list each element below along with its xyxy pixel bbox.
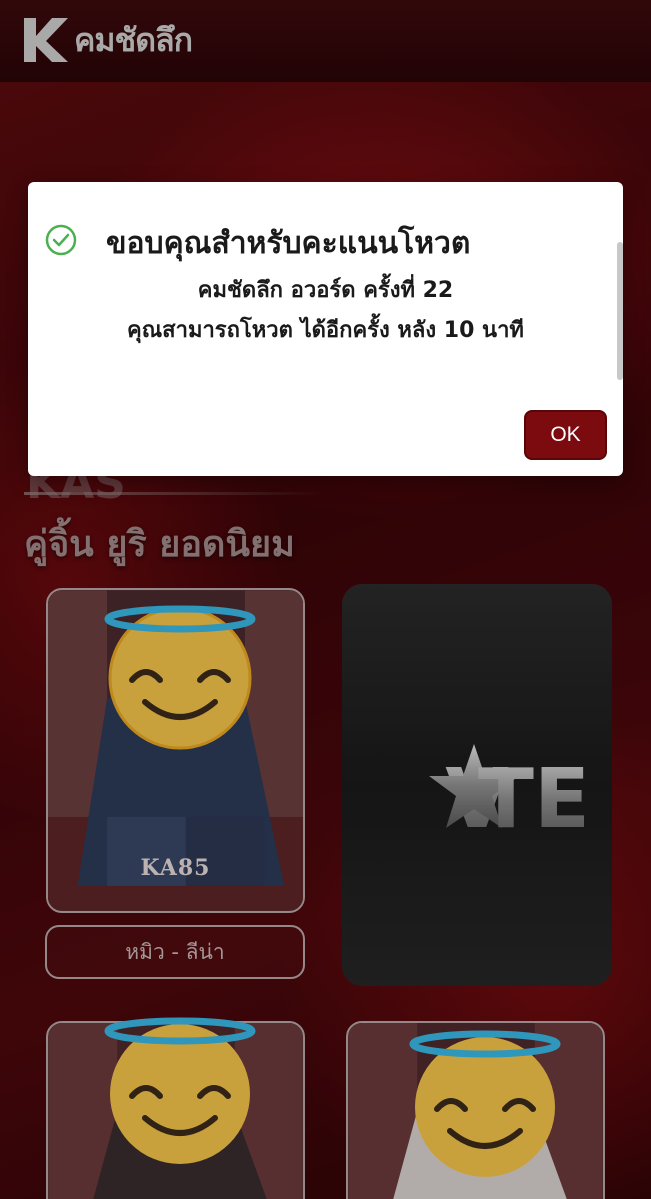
check-circle-icon (45, 224, 77, 256)
dialog-message-line1: คมชัดลึก อวอร์ด ครั้งที่ 22 (197, 278, 454, 303)
vote-success-dialog: ขอบคุณสำหรับคะแนนโหวต คมชัดลึก อวอร์ด คร… (28, 182, 623, 476)
dialog-title: ขอบคุณสำหรับคะแนนโหวต (106, 226, 471, 261)
dialog-message-line2: คุณสามารถโหวต ได้อีกครั้ง หลัง 10 นาที (127, 318, 524, 343)
modal-backdrop[interactable] (0, 0, 651, 1199)
dialog-scrollbar[interactable] (617, 242, 623, 380)
ok-button[interactable]: OK (524, 410, 607, 460)
